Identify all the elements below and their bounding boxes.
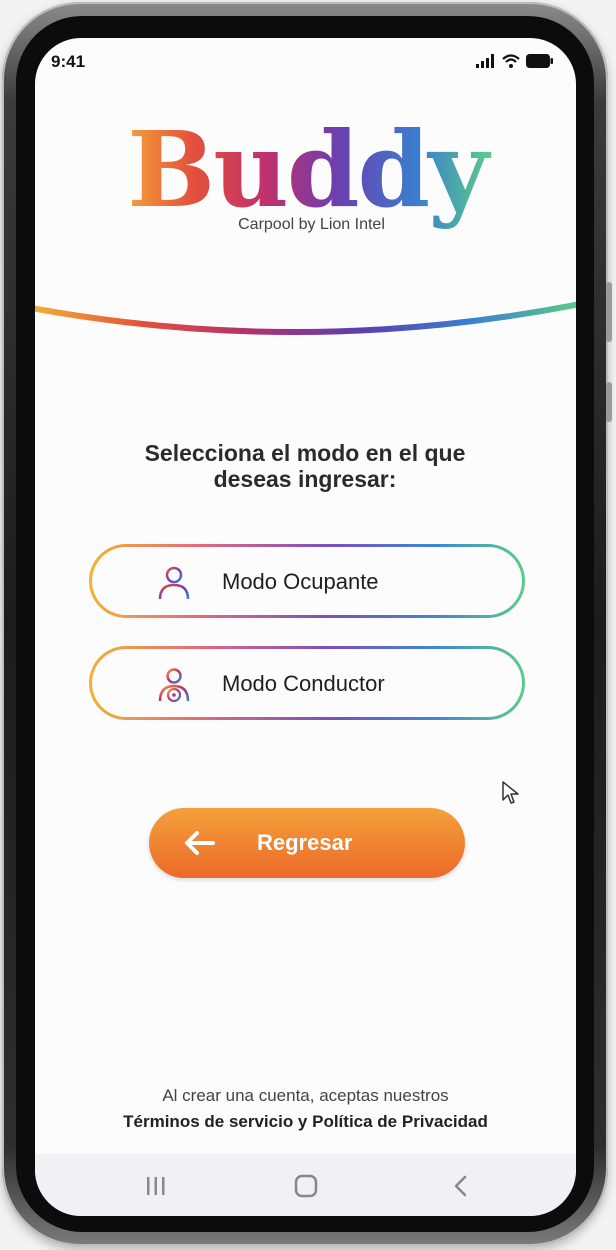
modo-conductor-button[interactable]: Modo Conductor <box>89 646 525 720</box>
side-button <box>606 282 612 342</box>
brand-tagline: Carpool by Lion Intel <box>238 216 385 233</box>
mouse-cursor-icon <box>502 781 519 804</box>
arrow-left-icon <box>185 831 215 855</box>
status-time: 9:41 <box>51 52 86 71</box>
back-icon[interactable] <box>449 1174 475 1198</box>
mode-prompt-line1: Selecciona el modo en el que <box>144 440 466 466</box>
modo-ocupante-label: Modo Ocupante <box>222 569 379 594</box>
regresar-button[interactable]: Regresar <box>149 808 465 878</box>
modo-ocupante-button[interactable]: Modo Ocupante <box>89 544 525 618</box>
modo-conductor-label: Modo Conductor <box>222 671 385 696</box>
signal-icon <box>476 54 494 68</box>
recent-apps-icon[interactable] <box>143 1174 169 1198</box>
regresar-label: Regresar <box>257 830 353 855</box>
rainbow-arc <box>35 301 576 335</box>
home-icon[interactable] <box>293 1174 319 1198</box>
system-nav-bar <box>35 1154 576 1216</box>
mode-prompt: Selecciona el modo en el que deseas ingr… <box>95 440 515 492</box>
wifi-icon <box>502 54 520 68</box>
terms-link[interactable]: Términos de servicio y Política de Priva… <box>35 1112 576 1132</box>
mode-prompt-line2: deseas ingresar: <box>213 466 397 492</box>
legal-text: Al crear una cuenta, aceptas nuestros <box>162 1086 449 1105</box>
driver-icon <box>158 668 190 703</box>
battery-icon <box>526 54 553 68</box>
status-icons <box>476 54 554 68</box>
side-button <box>606 382 612 422</box>
brand-name: Buddy <box>127 108 491 231</box>
user-icon <box>158 566 190 600</box>
app-screen: 9:41 Buddy Carpool by Lion Intel Selecci… <box>35 38 576 1216</box>
